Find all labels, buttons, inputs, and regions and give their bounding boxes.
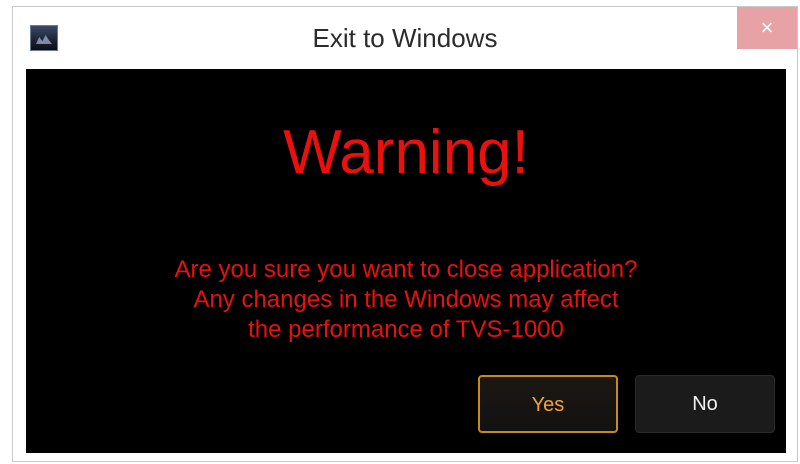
warning-message: Are you sure you want to close applicati… (26, 255, 786, 345)
warning-heading: Warning! (283, 118, 529, 187)
dialog-content: Warning! Are you sure you want to close … (26, 69, 786, 453)
title-bar: Exit to Windows × (13, 7, 797, 67)
message-line-1: Are you sure you want to close applicati… (174, 256, 638, 283)
no-button[interactable]: No (635, 375, 775, 433)
dialog-window: Exit to Windows × Warning! Are you sure … (12, 6, 798, 462)
yes-button[interactable]: Yes (478, 375, 618, 433)
close-button[interactable]: × (737, 7, 797, 49)
message-line-2: Any changes in the Windows may affect (193, 286, 619, 313)
message-line-3: the performance of TVS-1000 (248, 316, 564, 343)
window-title: Exit to Windows (312, 23, 498, 53)
